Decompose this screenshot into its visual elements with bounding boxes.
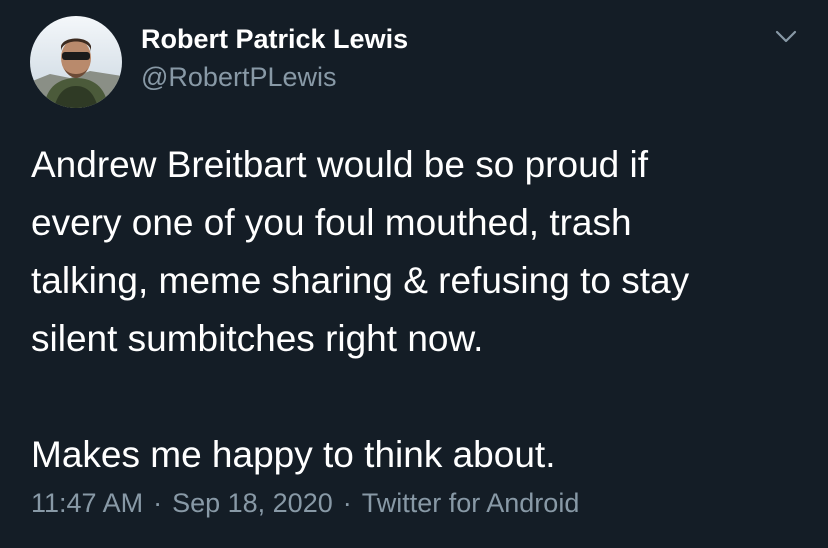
avatar-photo-icon <box>30 16 122 108</box>
tweet-meta: 11:47 AM · Sep 18, 2020 · Twitter for Androi… <box>31 488 579 519</box>
author-handle[interactable]: @RobertPLewis <box>141 62 337 93</box>
tweet-text: Andrew Breitbart would be so proud if ev… <box>31 136 811 484</box>
tweet-line: silent sumbitches right now. <box>31 318 484 359</box>
tweet-line: talking, meme sharing & refusing to stay <box>31 260 690 301</box>
tweet-closing-line: Makes me happy to think about. <box>31 434 556 475</box>
tweet-line: Andrew Breitbart would be so proud if <box>31 144 649 185</box>
tweet-card: Robert Patrick Lewis @RobertPLewis Andre… <box>0 0 828 548</box>
chevron-down-icon <box>775 30 797 43</box>
author-display-name[interactable]: Robert Patrick Lewis <box>141 24 408 55</box>
tweet-menu-button[interactable] <box>766 26 806 50</box>
author-avatar[interactable] <box>30 16 122 108</box>
tweet-line: every one of you foul mouthed, trash <box>31 202 632 243</box>
tweet-time[interactable]: 11:47 AM <box>31 488 143 518</box>
tweet-date[interactable]: Sep 18, 2020 <box>172 488 333 518</box>
tweet-source-link[interactable]: Twitter for Android <box>362 488 580 518</box>
meta-separator: · <box>153 488 163 518</box>
meta-separator: · <box>342 488 352 518</box>
